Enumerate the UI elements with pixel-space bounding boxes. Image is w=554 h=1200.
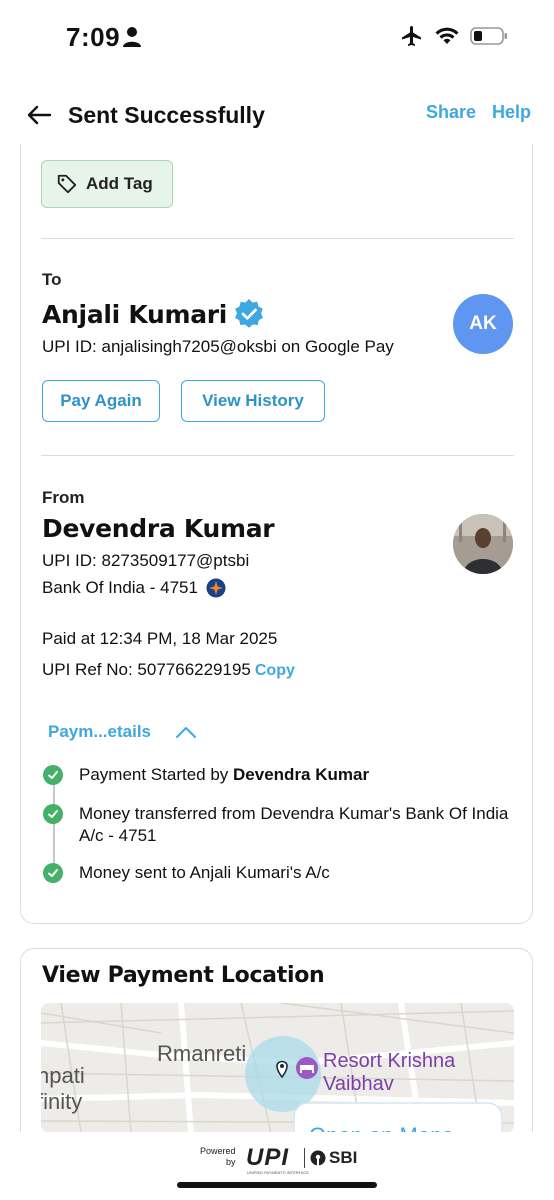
timeline-step-text: Money transferred from Devendra Kumar's … [79, 804, 509, 845]
back-arrow-icon[interactable] [24, 100, 54, 130]
footer: Powered by UPI UNIFIED PAYMENTS INTERFACE… [0, 1132, 554, 1200]
view-history-button[interactable]: View History [181, 380, 325, 422]
verified-badge-icon [235, 299, 264, 328]
location-title: View Payment Location [42, 963, 325, 988]
timeline-step: Money sent to Anjali Kumari's A/c [43, 862, 509, 884]
wifi-icon [435, 27, 459, 44]
check-circle-icon [43, 863, 63, 883]
battery-icon [470, 27, 507, 45]
recipient-name-row: Anjali Kumari [42, 298, 265, 330]
sender-bank: Bank Of India - 4751 [42, 578, 198, 597]
bank-logo-icon [206, 578, 226, 598]
add-tag-label: Add Tag [86, 174, 153, 193]
timeline-step-text: Money sent to Anjali Kumari's A/c [79, 863, 330, 882]
payment-details-toggle[interactable]: Paym...etails [48, 722, 197, 742]
status-bar: 7:09 [0, 0, 554, 80]
map-label-partial: npati [41, 1063, 85, 1088]
map-label-partial: finity [41, 1089, 82, 1114]
tag-icon [57, 174, 77, 194]
map-label-resort: Vaibhav [323, 1073, 394, 1095]
location-map[interactable]: Rmanreti npati finity Resort Krishna Vai… [41, 1003, 514, 1133]
timeline-step-text: Payment Started by Devendra Kumar [79, 765, 370, 784]
copy-ref-button[interactable]: Copy [255, 662, 295, 680]
airplane-mode-icon [402, 26, 421, 46]
person-icon [123, 27, 141, 47]
sender-bank-row: Bank Of India - 4751 [42, 578, 226, 598]
home-indicator[interactable] [177, 1182, 377, 1188]
payment-details-label: Paym...etails [48, 722, 152, 741]
upi-ref-number: UPI Ref No: 507766229195 [42, 660, 251, 679]
powered-by-text: Powered by [200, 1146, 236, 1167]
check-circle-icon [43, 804, 63, 824]
recipient-upi-id: UPI ID: anjalisingh7205@oksbi on Google … [42, 337, 394, 356]
upi-subtext: UNIFIED PAYMENTS INTERFACE [247, 1170, 310, 1175]
app-header: Sent Successfully Share Help [0, 90, 554, 144]
divider [41, 238, 514, 239]
from-label: From [42, 488, 85, 507]
timeline-step: Money transferred from Devendra Kumar's … [43, 803, 509, 847]
sender-upi-id: UPI ID: 8273509177@ptsbi [42, 551, 250, 570]
status-time: 7:09 [66, 22, 121, 52]
status-icons [400, 24, 508, 48]
sbi-logo: SBI [310, 1148, 357, 1168]
to-label: To [42, 270, 62, 289]
help-button[interactable]: Help [492, 102, 531, 123]
add-tag-button[interactable]: Add Tag [41, 160, 173, 208]
paid-at: Paid at 12:34 PM, 18 Mar 2025 [42, 629, 278, 648]
upi-ref-row: UPI Ref No: 507766229195 Copy [42, 660, 295, 680]
share-button[interactable]: Share [426, 102, 476, 123]
chevron-up-icon [176, 727, 197, 738]
recipient-name: Anjali Kumari [42, 299, 228, 329]
upi-logo: UPI [246, 1144, 290, 1171]
page-title: Sent Successfully [68, 102, 265, 128]
timeline-step: Payment Started by Devendra Kumar [43, 764, 509, 786]
map-label-resort: Resort Krishna [323, 1050, 456, 1072]
pay-again-button[interactable]: Pay Again [42, 380, 160, 422]
sender-name: Devendra Kumar [42, 514, 275, 543]
sbi-logo-icon [310, 1150, 326, 1166]
transaction-card: Add Tag To Anjali Kumari UPI ID: anjalis… [20, 144, 533, 924]
check-circle-icon [43, 765, 63, 785]
sender-photo [453, 514, 513, 574]
recipient-avatar: AK [453, 294, 513, 354]
sender-avatar [453, 514, 513, 574]
map-label-place: Rmanreti [157, 1041, 246, 1066]
map-canvas: Rmanreti npati finity Resort Krishna Vai… [41, 1003, 514, 1133]
divider [41, 455, 514, 456]
footer-separator [304, 1148, 305, 1168]
